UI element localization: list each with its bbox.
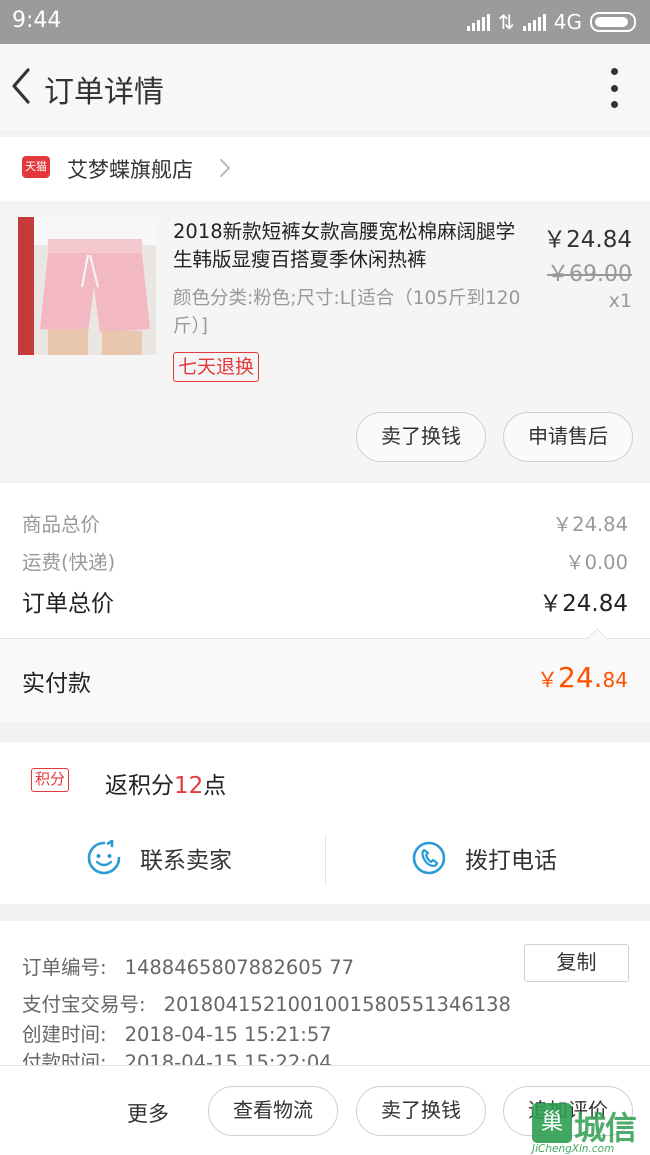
order-total-label: 订单总价 <box>22 591 114 617</box>
product-quantity: x1 <box>608 290 632 312</box>
points-text: 返积分12点 <box>105 766 226 800</box>
copy-button[interactable]: 复制 <box>524 944 629 982</box>
paid-time-value: 2018-04-15 15:22:04 <box>124 1051 332 1066</box>
sell-button[interactable]: 卖了换钱 <box>356 1086 486 1136</box>
after-sale-button[interactable]: 申请售后 <box>503 412 633 462</box>
chevron-right-icon <box>220 159 230 177</box>
battery-icon <box>590 12 636 32</box>
paid-time-row: 付款时间: 2018-04-15 15:22:04 <box>22 1046 332 1066</box>
currency-symbol: ￥ <box>537 668 559 692</box>
signal-icon <box>467 13 490 31</box>
shorts-image-icon <box>18 217 156 355</box>
alipay-number-row: 支付宝交易号: 2018041521001001580551346138 <box>22 988 511 1017</box>
order-number-row: 订单编号: 1488465807882605 77 <box>22 951 354 980</box>
points-value: 12 <box>174 773 204 799</box>
points-badge: 积分 <box>31 768 70 792</box>
order-number-value: 1488465807882605 77 <box>124 956 355 979</box>
chat-face-icon <box>87 840 121 875</box>
actual-payment-amount: ￥24.84 <box>537 661 628 694</box>
call-phone-button[interactable]: 拨打电话 <box>411 840 557 876</box>
watermark-url: JiChengXin.com <box>532 1143 615 1155</box>
page-title: 订单详情 <box>44 75 164 110</box>
view-logistics-button[interactable]: 查看物流 <box>208 1086 338 1136</box>
dot-icon <box>610 84 618 92</box>
seven-day-return-badge: 七天退换 <box>173 352 260 382</box>
product-price: ￥24.84 <box>543 227 632 253</box>
tmall-logo-icon: 天猫 <box>22 156 50 178</box>
data-transfer-icon: ⇅ <box>498 10 515 34</box>
alipay-number-label: 支付宝交易号: <box>22 993 146 1016</box>
more-button[interactable]: 更多 <box>127 1098 169 1128</box>
goods-total-label: 商品总价 <box>22 513 101 536</box>
points-prefix: 返积分 <box>105 773 174 799</box>
goods-total-value: ￥24.84 <box>552 513 628 536</box>
store-row[interactable]: 天猫 艾梦蝶旗舰店 <box>0 137 650 201</box>
contact-seller-label: 联系卖家 <box>140 848 232 874</box>
contact-divider <box>325 834 326 886</box>
amount-integer: 24. <box>558 661 603 694</box>
order-total-value: ￥24.84 <box>539 591 628 617</box>
order-item[interactable]: 2018新款短裤女款高腰宽松棉麻阔腿学生韩版显瘦百搭夏季休闲热裤 颜色分类:粉色… <box>0 205 650 481</box>
watermark-logo: 巢 城信 JiChengXin.com <box>532 1103 650 1155</box>
sell-item-button[interactable]: 卖了换钱 <box>356 412 486 462</box>
price-summary: 商品总价 ￥24.84 运费(快递) ￥0.00 订单总价 ￥24.84 <box>0 483 650 638</box>
actual-payment-label: 实付款 <box>22 671 91 697</box>
shipping-row: 运费(快递) ￥0.00 <box>22 546 628 575</box>
back-button[interactable] <box>4 64 44 108</box>
chevron-left-icon <box>12 68 30 104</box>
product-original-price: ￥69.00 <box>547 262 632 287</box>
order-total-row: 订单总价 ￥24.84 <box>22 584 628 618</box>
contact-row: 联系卖家 拨打电话 <box>0 832 650 888</box>
contact-seller-button[interactable]: 联系卖家 <box>86 840 232 876</box>
paid-time-label: 付款时间: <box>22 1051 107 1066</box>
app-bar: 订单详情 <box>0 44 650 130</box>
alipay-number-value: 2018041521001001580551346138 <box>163 993 511 1016</box>
watermark-mark: 巢 <box>532 1103 572 1143</box>
product-title[interactable]: 2018新款短裤女款高腰宽松棉麻阔腿学生韩版显瘦百搭夏季休闲热裤 <box>173 218 533 274</box>
order-number-label: 订单编号: <box>22 956 107 979</box>
dot-icon <box>610 68 618 75</box>
network-type: 4G <box>553 10 582 34</box>
shipping-value: ￥0.00 <box>565 551 628 574</box>
product-spec: 颜色分类:粉色;尺寸:L[适合（105斤到120斤）] <box>173 288 521 337</box>
order-info-section: 订单编号: 1488465807882605 77 复制 支付宝交易号: 20180… <box>0 921 650 1066</box>
status-time: 9:44 <box>12 8 62 33</box>
dot-icon <box>610 101 618 108</box>
amount-decimal: 84 <box>602 668 628 692</box>
signal-icon-2 <box>522 13 546 31</box>
points-suffix: 点 <box>203 773 227 799</box>
created-time-row: 创建时间: 2018-04-15 15:21:57 <box>22 1018 332 1047</box>
shipping-label: 运费(快递) <box>22 551 116 574</box>
status-bar: 9:44 ⇅ 4G <box>0 0 650 44</box>
more-menu-button[interactable] <box>608 68 620 108</box>
created-time-value: 2018-04-15 15:21:57 <box>124 1023 332 1046</box>
store-name: 艾梦蝶旗舰店 <box>67 158 193 182</box>
product-image[interactable] <box>18 217 156 355</box>
goods-total-row: 商品总价 ￥24.84 <box>22 508 628 537</box>
points-section: 积分 返积分12点 联系卖家 拨打电话 <box>0 742 650 904</box>
call-phone-label: 拨打电话 <box>465 848 557 874</box>
status-icons: ⇅ 4G <box>467 9 636 35</box>
phone-icon <box>412 841 446 875</box>
actual-payment-row: 实付款 ￥24.84 <box>0 628 650 722</box>
created-time-label: 创建时间: <box>22 1023 107 1046</box>
